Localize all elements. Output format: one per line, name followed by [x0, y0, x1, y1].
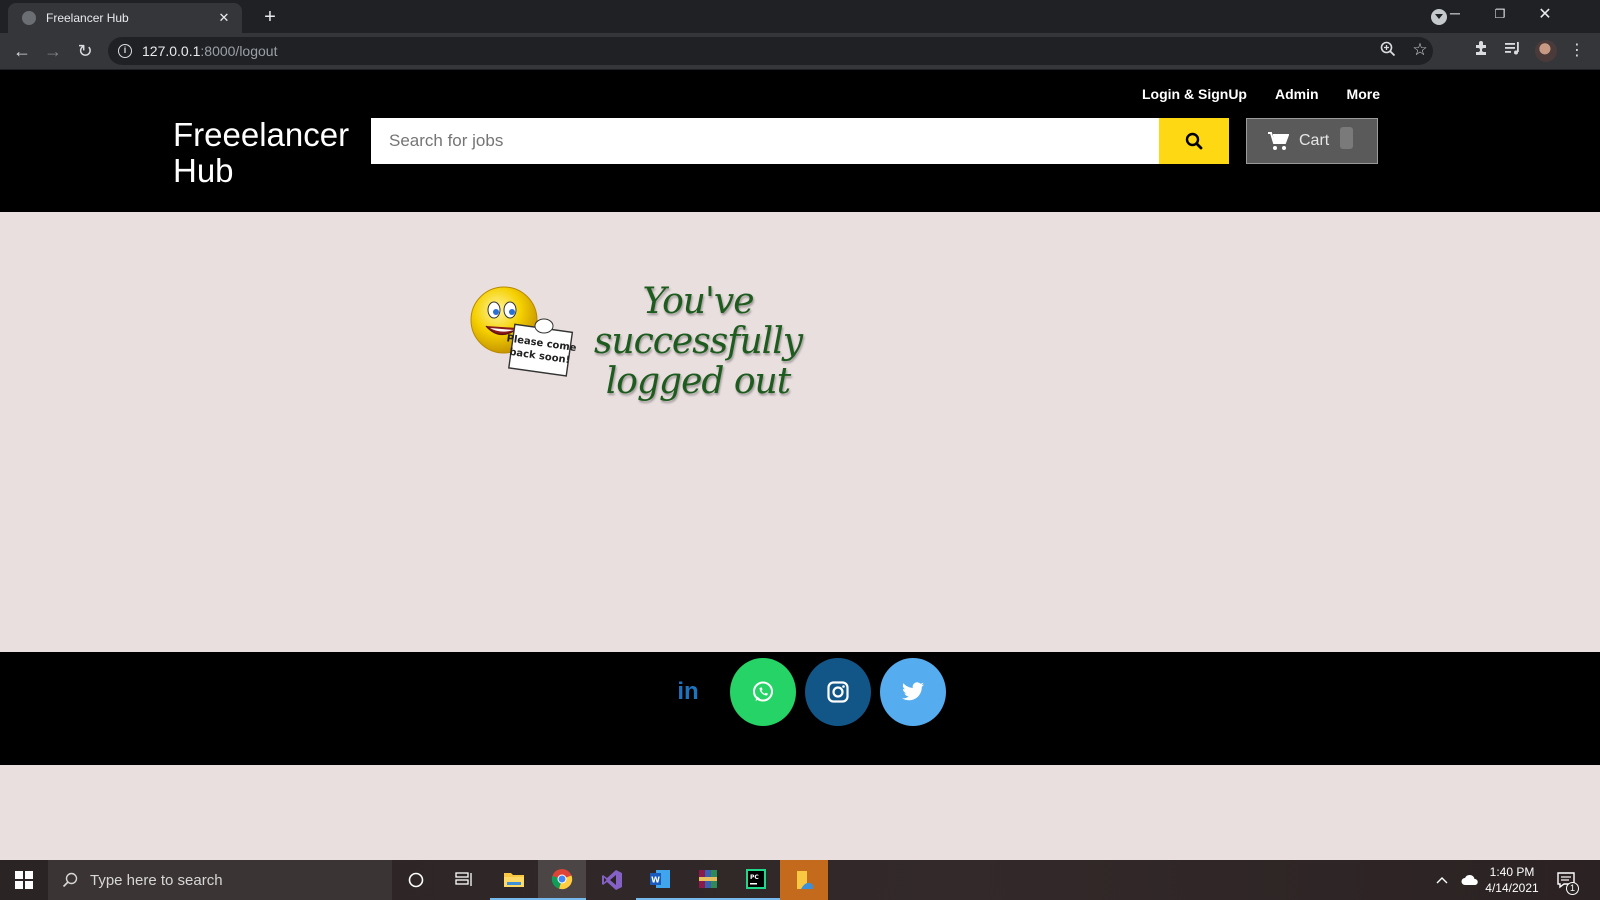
extensions-icon[interactable]: [1470, 40, 1492, 60]
close-tab-icon[interactable]: ✕: [216, 10, 232, 26]
new-tab-button[interactable]: +: [260, 6, 280, 29]
chrome-icon: [551, 869, 573, 890]
cortana-circle-icon: [408, 872, 424, 888]
cart-count-badge: [1340, 127, 1353, 149]
task-view-button[interactable]: [440, 860, 488, 900]
cortana-button[interactable]: [392, 860, 440, 900]
instagram-icon: [827, 681, 849, 703]
taskbar-app-orange[interactable]: [780, 860, 828, 900]
winrar-icon: [699, 870, 717, 888]
clock-time: 1:40 PM: [1489, 865, 1535, 879]
main-content: Please come back soon! You've successful…: [0, 212, 1600, 652]
action-center-button[interactable]: 1: [1556, 860, 1579, 900]
bookmark-star-icon[interactable]: ☆: [1410, 40, 1430, 60]
url-text: 127.0.0.1:8000/logout: [142, 43, 278, 59]
site-footer: in: [0, 652, 1600, 765]
notification-count-badge: 1: [1566, 882, 1579, 895]
profile-avatar[interactable]: [1535, 40, 1557, 62]
linkedin-link[interactable]: in: [655, 658, 721, 726]
menu-kebab-icon[interactable]: ⋮: [1566, 40, 1588, 60]
app-file-icon: [797, 871, 813, 889]
instagram-link[interactable]: [805, 658, 871, 726]
svg-text:PC: PC: [750, 874, 759, 881]
twitter-icon: [902, 682, 924, 701]
taskbar-visual-studio[interactable]: [588, 860, 636, 900]
task-view-icon: [455, 872, 472, 886]
media-queue-icon[interactable]: [1502, 40, 1524, 60]
reload-icon[interactable]: ↻: [72, 38, 98, 64]
shopping-cart-icon: [1268, 132, 1289, 150]
visual-studio-icon: [602, 870, 622, 890]
restore-icon[interactable]: ❐: [1485, 7, 1515, 21]
close-window-icon[interactable]: ✕: [1530, 4, 1560, 24]
nav-more[interactable]: More: [1347, 86, 1380, 102]
whatsapp-link[interactable]: [730, 658, 796, 726]
clock-date: 4/14/2021: [1485, 881, 1539, 895]
search-icon: [1185, 132, 1203, 150]
browser-tab[interactable]: Freelancer Hub ✕: [8, 3, 242, 33]
windows-logo-icon: [15, 871, 33, 889]
brand-logo[interactable]: Freeelancer Hub: [173, 117, 363, 189]
forward-arrow-icon[interactable]: →: [40, 38, 66, 64]
browser-tab-strip: Freelancer Hub ✕ + ─ ❐ ✕: [0, 0, 1600, 33]
taskbar-search-box[interactable]: Type here to search: [48, 860, 392, 900]
twitter-link[interactable]: [880, 658, 946, 726]
site-info-icon[interactable]: i: [118, 44, 132, 58]
nav-login-signup[interactable]: Login & SignUp: [1142, 86, 1247, 102]
logout-message: You've successfully logged out: [593, 281, 803, 402]
svg-text:W: W: [651, 876, 660, 885]
site-header: Login & SignUp Admin More Freeelancer Hu…: [0, 70, 1600, 212]
minimize-icon[interactable]: ─: [1440, 5, 1470, 21]
tab-title: Freelancer Hub: [46, 11, 129, 25]
search-button[interactable]: [1159, 118, 1229, 164]
windows-taskbar: Type here to search W PC 1:40 PM 4/14/20…: [0, 860, 1600, 900]
browser-toolbar: ← → ↻ i 127.0.0.1:8000/logout ☆ ⋮: [0, 33, 1600, 70]
start-button[interactable]: [0, 860, 48, 900]
taskbar-word[interactable]: W: [636, 860, 684, 900]
nav-admin[interactable]: Admin: [1275, 86, 1319, 102]
chevron-up-icon: [1436, 877, 1448, 884]
cart-button[interactable]: Cart: [1246, 118, 1378, 164]
taskbar-clock[interactable]: 1:40 PM 4/14/2021: [1476, 864, 1548, 896]
zoom-icon[interactable]: [1378, 41, 1398, 61]
tray-overflow-chevron[interactable]: [1436, 860, 1448, 900]
back-arrow-icon[interactable]: ←: [9, 38, 35, 64]
taskbar-pycharm[interactable]: PC: [732, 860, 780, 900]
logout-illustration: Please come back soon! You've successful…: [470, 282, 840, 402]
taskbar-search-placeholder: Type here to search: [90, 871, 223, 889]
taskbar-winrar[interactable]: [684, 860, 732, 900]
taskbar-file-explorer[interactable]: [490, 860, 538, 900]
globe-icon: [22, 11, 36, 25]
taskbar-chrome[interactable]: [538, 860, 586, 900]
cart-label: Cart: [1299, 132, 1330, 149]
folder-icon: [504, 873, 524, 887]
linkedin-icon: in: [677, 678, 699, 705]
search-icon: [62, 872, 78, 888]
whatsapp-icon: [753, 681, 773, 702]
top-nav: Login & SignUp Admin More: [1142, 86, 1380, 102]
word-icon: W: [650, 870, 670, 888]
address-bar[interactable]: i 127.0.0.1:8000/logout ☆: [108, 37, 1433, 65]
pycharm-icon: PC: [746, 869, 766, 889]
job-search-input[interactable]: [371, 118, 1159, 164]
